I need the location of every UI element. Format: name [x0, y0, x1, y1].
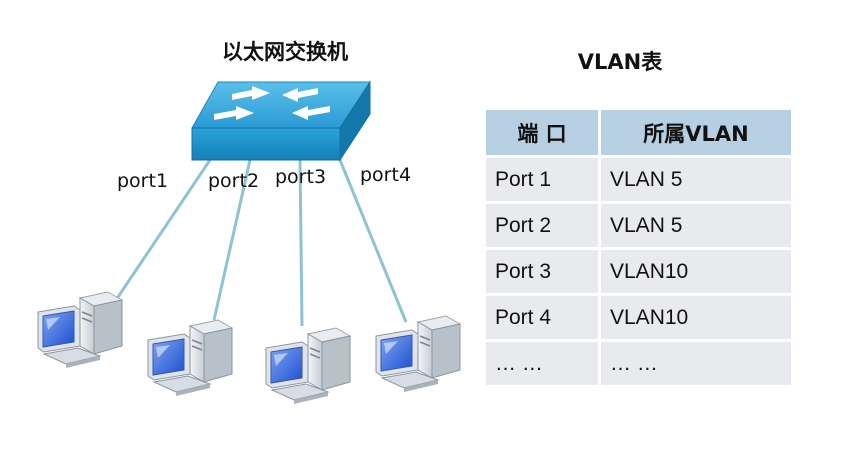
- port-cell: Port 2: [486, 204, 601, 250]
- port-label-2: port2: [208, 170, 260, 192]
- port-label-4: port4: [360, 164, 412, 186]
- ethernet-switch-icon: [191, 80, 371, 162]
- vlan-cell: VLAN 5: [601, 158, 791, 204]
- port-label-1: port1: [117, 170, 169, 192]
- port-cell: Port 1: [486, 158, 601, 204]
- vlan-cell: VLAN 5: [601, 204, 791, 250]
- table-header-row: 端 口 所属VLAN: [486, 110, 791, 158]
- vlan-cell: VLAN10: [601, 296, 791, 342]
- table-row: Port 4 VLAN10: [486, 296, 791, 342]
- computer-icon-3: [265, 327, 351, 405]
- vlan-table-title: VLAN表: [577, 50, 663, 74]
- network-diagram: [37, 80, 461, 405]
- table-row: Port 2 VLAN 5: [486, 204, 791, 250]
- computer-icon-1: [37, 291, 123, 369]
- column-header-port: 端 口: [486, 110, 601, 158]
- table-row: Port 3 VLAN10: [486, 250, 791, 296]
- port-cell: Port 4: [486, 296, 601, 342]
- computer-icon-4: [375, 315, 461, 393]
- vlan-cell: … …: [601, 342, 791, 388]
- computer-icon-2: [147, 319, 233, 397]
- port-cell: Port 3: [486, 250, 601, 296]
- table-row: … … … …: [486, 342, 791, 388]
- vlan-table: 端 口 所属VLAN Port 1 VLAN 5 Port 2 VLAN 5 P…: [486, 110, 791, 388]
- port-cell: … …: [486, 342, 601, 388]
- column-header-vlan: 所属VLAN: [601, 110, 791, 158]
- port-label-3: port3: [275, 166, 327, 188]
- vlan-cell: VLAN10: [601, 250, 791, 296]
- table-row: Port 1 VLAN 5: [486, 158, 791, 204]
